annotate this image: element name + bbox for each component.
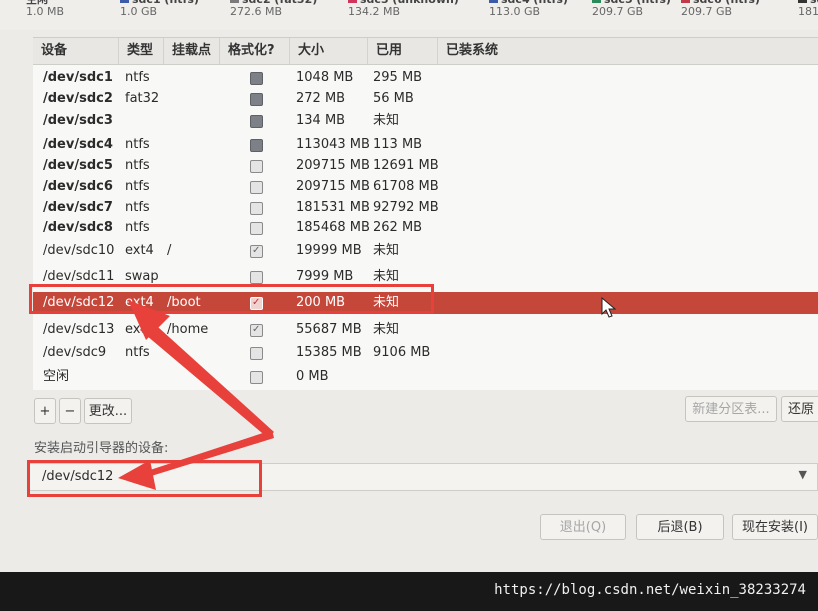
watermark: https://blog.csdn.net/weixin_38233274: [494, 582, 806, 598]
annotation-arrow-down-head: [118, 460, 156, 490]
annotation-arrow-up: [140, 318, 274, 438]
mouse-cursor-icon: [601, 297, 617, 318]
annotation-arrow-down: [148, 430, 274, 477]
installer-window: 空闲1.0 MBsdc1 (ntfs)1.0 GBsdc2 (fat32)272…: [0, 0, 818, 572]
annotation-arrows: [118, 300, 274, 490]
